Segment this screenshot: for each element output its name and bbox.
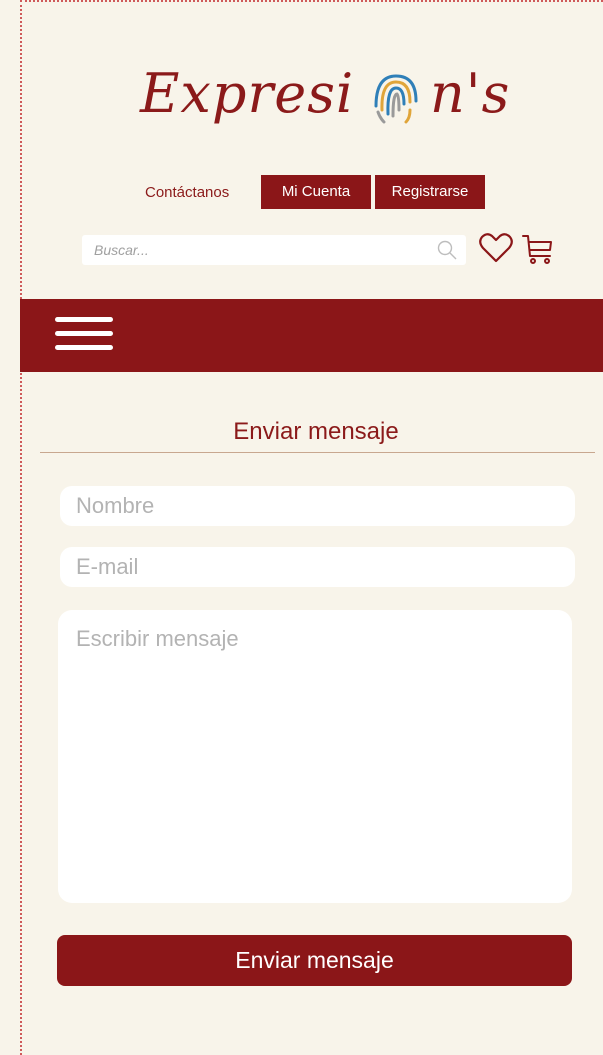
title-divider (40, 452, 595, 453)
logo-text-left: Expresi (140, 62, 355, 125)
search-input[interactable] (82, 235, 434, 265)
heart-icon[interactable] (478, 232, 514, 264)
logo-text-right: n's (430, 62, 511, 125)
page-frame-left (20, 0, 22, 1055)
fingerprint-icon (374, 74, 418, 124)
search-icon[interactable] (436, 239, 458, 261)
contact-link[interactable]: Contáctanos (145, 184, 229, 201)
main-navbar (20, 299, 603, 372)
page-frame-top (20, 0, 603, 2)
name-field[interactable] (60, 486, 575, 526)
top-nav: Contáctanos Mi Cuenta Registrarse (0, 175, 603, 209)
search-bar (82, 235, 466, 265)
register-button[interactable]: Registrarse (375, 175, 485, 209)
form-title: Enviar mensaje (233, 418, 399, 445)
send-message-button[interactable]: Enviar mensaje (57, 935, 572, 986)
hamburger-menu-icon[interactable] (55, 317, 113, 355)
cart-icon[interactable] (520, 232, 556, 266)
email-field[interactable] (60, 547, 575, 587)
my-account-button[interactable]: Mi Cuenta (261, 175, 371, 209)
message-field[interactable] (58, 610, 572, 903)
brand-logo[interactable]: Expresi n's (140, 52, 509, 162)
